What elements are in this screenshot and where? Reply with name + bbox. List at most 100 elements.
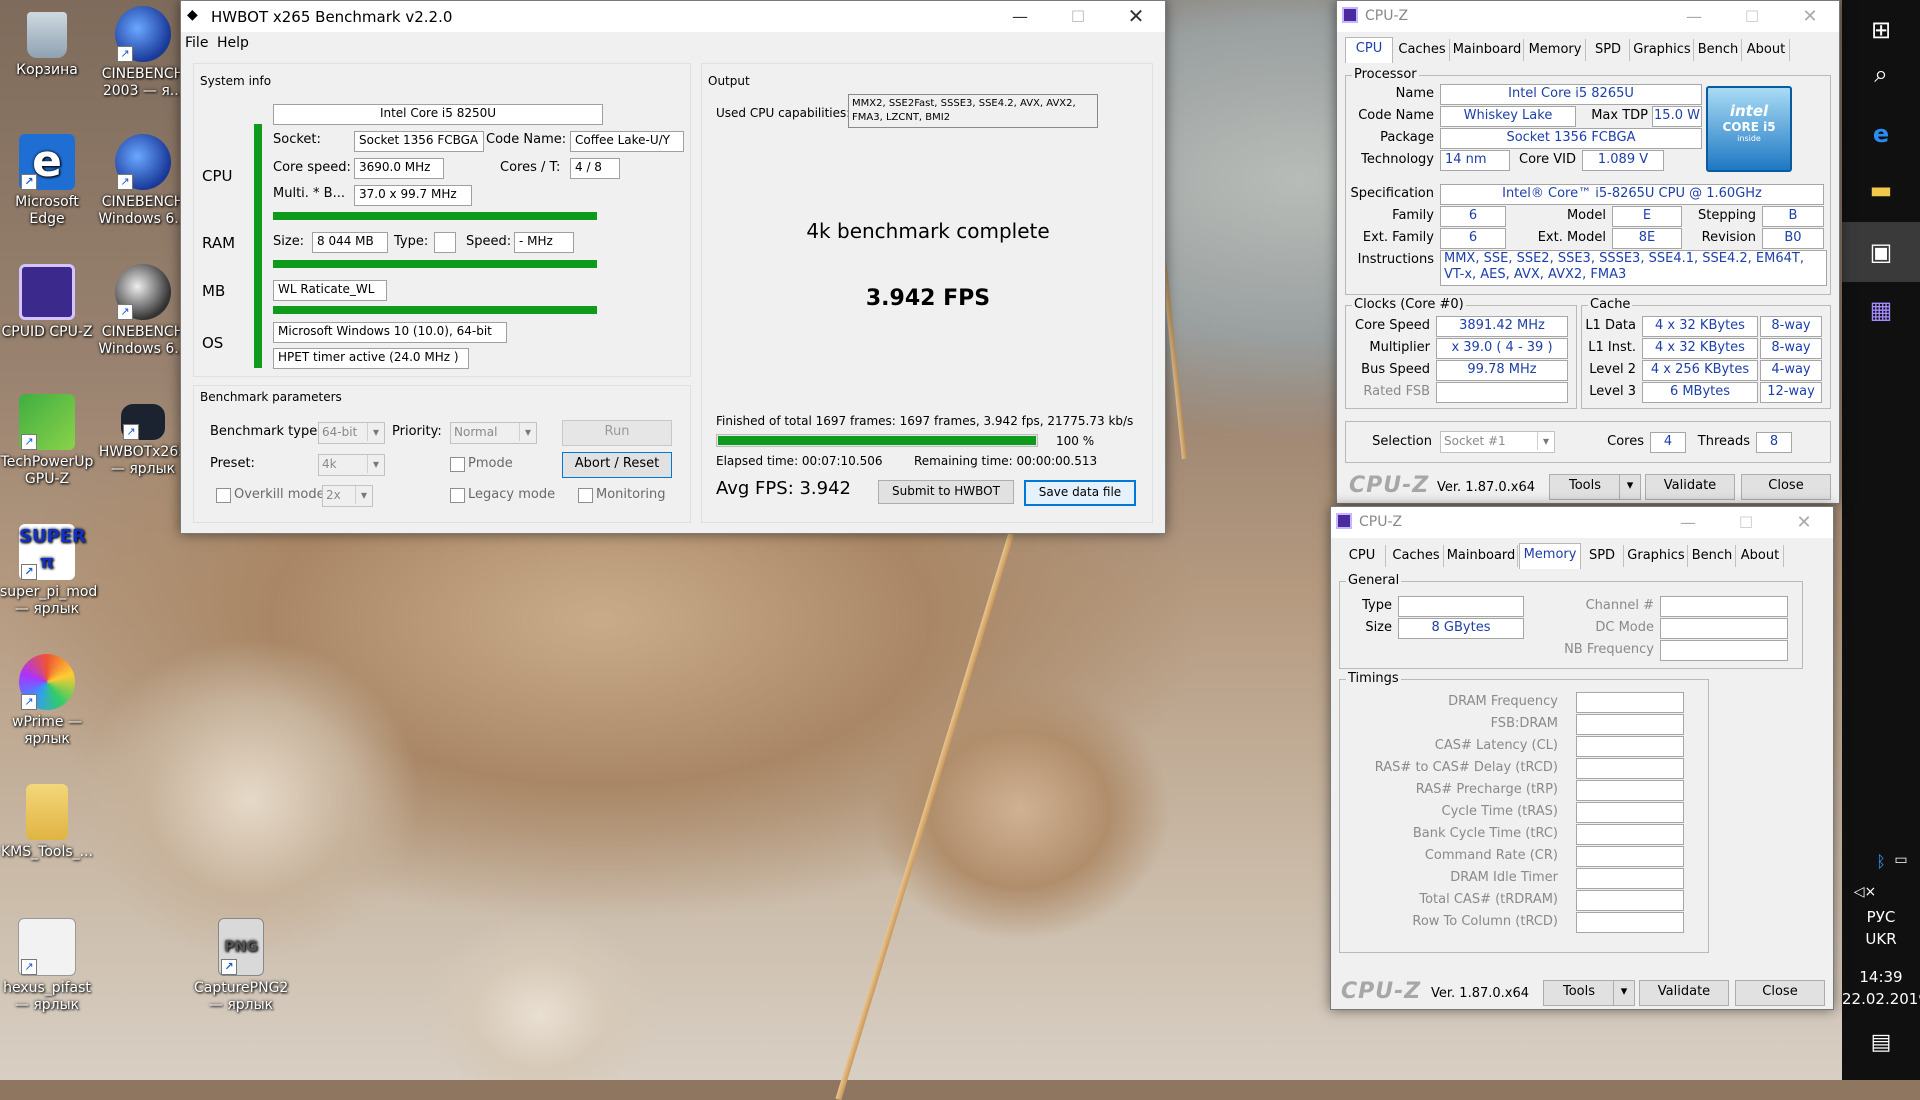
pmode-checkbox[interactable]: [450, 457, 465, 472]
tools-button[interactable]: Tools: [1543, 980, 1615, 1006]
tab-caches[interactable]: Caches: [1389, 545, 1444, 567]
validate-button[interactable]: Validate: [1639, 980, 1729, 1006]
timing-label-fsb-dram: FSB:DRAM: [1490, 716, 1558, 731]
timing-value: [1576, 912, 1684, 933]
avg-fps: Avg FPS: 3.942: [716, 478, 852, 499]
dcmode-label: DC Mode: [1595, 620, 1654, 635]
tools-button[interactable]: Tools: [1549, 474, 1621, 500]
language-indicator-secondary[interactable]: UKR: [1842, 930, 1920, 948]
language-indicator[interactable]: РУС: [1842, 908, 1920, 926]
overkill-select[interactable]: 2x: [322, 485, 373, 507]
desktop-icon-label: KMS_Tools_...: [1, 844, 93, 860]
desktop-icon-cinebench-2003[interactable]: ↗ CINEBENCH 2003 — я...: [96, 0, 190, 100]
maximize-button[interactable]: ☐: [1717, 507, 1775, 538]
desktop-icon-cpuz[interactable]: CPUID CPU-Z: [0, 258, 94, 341]
tab-memory[interactable]: Memory: [1519, 543, 1581, 569]
minimize-button[interactable]: —: [1665, 1, 1723, 32]
tab-about[interactable]: About: [1743, 39, 1790, 61]
tab-caches[interactable]: Caches: [1395, 39, 1450, 61]
close-button[interactable]: ✕: [1107, 1, 1165, 32]
abort-reset-button[interactable]: Abort / Reset: [562, 452, 672, 478]
menu-help[interactable]: Help: [217, 35, 249, 51]
benchtype-select[interactable]: 64-bit: [318, 422, 385, 444]
preset-select[interactable]: 4k: [318, 454, 385, 476]
battery-icon[interactable]: ▭: [1862, 852, 1920, 868]
menu-file[interactable]: File: [185, 35, 208, 51]
desktop-icon-kms-folder[interactable]: KMS_Tools_...: [0, 778, 94, 861]
cpuz-titlebar[interactable]: CPU-Z — ☐ ✕: [1337, 1, 1839, 32]
desktop-icon-cinebench-r[interactable]: ↗ CINEBENCH Windows 6...: [96, 258, 190, 358]
shortcut-arrow-icon: ↗: [21, 174, 37, 190]
tools-dropdown-button[interactable]: ▾: [1619, 474, 1641, 500]
action-center-icon[interactable]: ▤: [1842, 1030, 1920, 1055]
minimize-button[interactable]: —: [1659, 507, 1717, 538]
priority-select[interactable]: Normal: [450, 422, 537, 444]
run-button[interactable]: Run: [562, 420, 672, 446]
tab-spd[interactable]: SPD: [1587, 39, 1630, 61]
monitoring-checkbox[interactable]: [578, 488, 593, 503]
desktop-icon-cinebench-win[interactable]: ↗ CINEBENCH Windows 6...: [96, 128, 190, 228]
overkill-checkbox[interactable]: [216, 488, 231, 503]
close-app-button[interactable]: Close: [1735, 980, 1825, 1006]
desktop-icon-capturepng[interactable]: PNG ↗ CapturePNG2 — ярлык: [194, 912, 288, 1014]
extmodel-label: Ext. Model: [1537, 230, 1606, 245]
clock-time[interactable]: 14:39: [1842, 968, 1920, 986]
desktop-icon-wprime[interactable]: ↗ wPrime — ярлык: [0, 648, 94, 748]
volume-muted-icon[interactable]: ◁×: [1826, 884, 1904, 900]
cpuz-titlebar[interactable]: CPU-Z — ☐ ✕: [1331, 507, 1833, 538]
windows-logo-icon: ⊞: [1870, 16, 1892, 44]
mem-size-label: Size: [1365, 620, 1392, 635]
desktop-icon-hwbot[interactable]: ↗ HWBOTx265 — ярлык: [96, 388, 190, 478]
legacy-checkbox[interactable]: [450, 488, 465, 503]
close-button[interactable]: ✕: [1781, 1, 1839, 32]
intel-logo: intel CORE i5 inside: [1706, 86, 1792, 172]
shortcut-arrow-icon: ↗: [123, 424, 139, 440]
desktop-icon-hexus[interactable]: ↗ hexus_pifast — ярлык: [0, 912, 94, 1014]
taskbar-hwbot-button[interactable]: ▣: [1842, 222, 1920, 282]
validate-button[interactable]: Validate: [1645, 474, 1735, 500]
cpuz-cpu-window: CPU-Z — ☐ ✕ CPU Caches Mainboard Memory …: [1336, 0, 1840, 504]
desktop-icon-gpuz[interactable]: ↗ TechPowerUp GPU-Z: [0, 388, 94, 488]
progress-fill: [718, 436, 1036, 445]
tools-dropdown-button[interactable]: ▾: [1613, 980, 1635, 1006]
timing-label-dram-frequency: DRAM Frequency: [1448, 694, 1558, 709]
shortcut-arrow-icon: ↗: [21, 434, 37, 450]
close-button[interactable]: ✕: [1775, 507, 1833, 538]
clock-date[interactable]: 22.02.2019: [1842, 990, 1920, 1008]
taskbar-cpuz-button[interactable]: ▦: [1842, 280, 1920, 340]
submit-hwbot-button[interactable]: Submit to HWBOT: [878, 480, 1014, 504]
desktop-icon-superpi[interactable]: SUPER π ↗ super_pi_mod — ярлык: [0, 518, 97, 618]
tab-bench[interactable]: Bench: [1689, 545, 1736, 567]
timing-value: [1576, 780, 1684, 801]
taskbar-edge-button[interactable]: e: [1842, 104, 1920, 164]
save-data-file-button[interactable]: Save data file: [1024, 480, 1136, 506]
maximize-button[interactable]: ☐: [1723, 1, 1781, 32]
desktop-icon-recycle-bin[interactable]: Корзина: [0, 0, 94, 79]
search-button[interactable]: ⌕: [1842, 44, 1920, 104]
l3-way: 12-way: [1760, 382, 1822, 403]
taskbar-explorer-button[interactable]: ▬: [1842, 160, 1920, 220]
tab-memory[interactable]: Memory: [1525, 39, 1586, 61]
tab-graphics[interactable]: Graphics: [1625, 545, 1688, 567]
close-app-button[interactable]: Close: [1741, 474, 1831, 500]
maximize-button[interactable]: ☐: [1049, 1, 1107, 32]
tab-bench[interactable]: Bench: [1695, 39, 1742, 61]
desktop-icon-label: CPUID CPU-Z: [1, 324, 93, 340]
tab-spd[interactable]: SPD: [1581, 545, 1624, 567]
desktop-icon-edge[interactable]: e ↗ Microsoft Edge: [0, 128, 94, 228]
hwbot-titlebar[interactable]: ◆ HWBOT x265 Benchmark v2.2.0 — ☐ ✕: [181, 1, 1165, 32]
package-value: Socket 1356 FCBGA: [1440, 128, 1702, 149]
tab-mainboard[interactable]: Mainboard: [1445, 545, 1518, 567]
tab-mainboard[interactable]: Mainboard: [1451, 39, 1524, 61]
tab-graphics[interactable]: Graphics: [1631, 39, 1694, 61]
ram-speed-label: Speed:: [466, 234, 512, 249]
ram-type-field: [434, 232, 456, 253]
minimize-button[interactable]: —: [991, 1, 1049, 32]
tab-cpu[interactable]: CPU: [1339, 545, 1386, 567]
mem-type-value: [1398, 596, 1524, 617]
socket-select[interactable]: Socket #1: [1440, 431, 1555, 453]
shortcut-arrow-icon: ↗: [21, 694, 37, 710]
mb-section-label: MB: [202, 282, 226, 300]
tab-cpu[interactable]: CPU: [1345, 37, 1393, 63]
tab-about[interactable]: About: [1737, 545, 1784, 567]
